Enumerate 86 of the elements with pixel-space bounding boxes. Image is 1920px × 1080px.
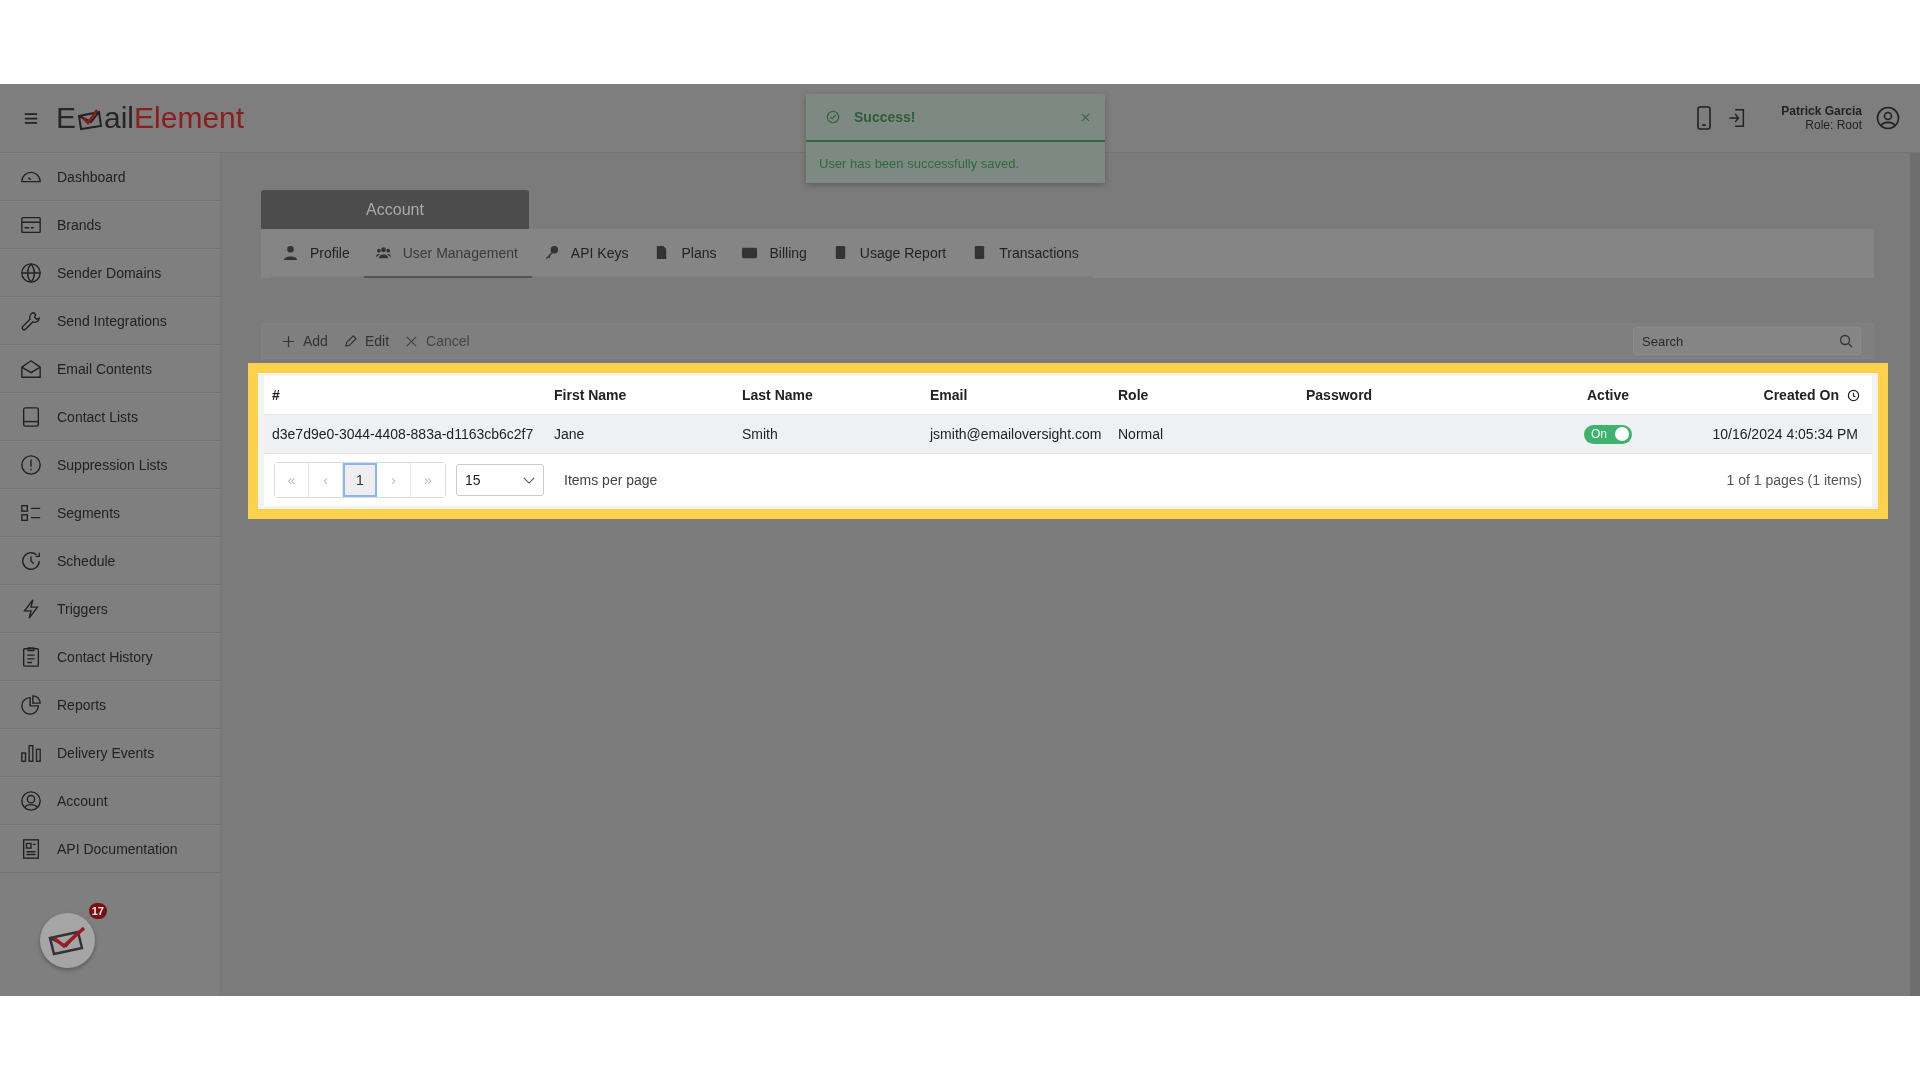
envelope-icon	[20, 358, 42, 380]
table-cell-text: Smith	[741, 426, 779, 442]
section-header: Account	[261, 190, 529, 229]
sidebar-item[interactable]: Suppression Lists	[0, 441, 220, 489]
list-icon	[20, 502, 42, 524]
page-button[interactable]: 1	[343, 463, 377, 497]
cross-icon	[405, 334, 419, 348]
plus-icon	[282, 334, 295, 348]
column-header[interactable]: #	[264, 387, 546, 403]
user-icon	[20, 790, 42, 812]
people-icon	[375, 245, 391, 260]
sidebar-item[interactable]: Send Integrations	[0, 297, 220, 345]
chevron-down-icon	[523, 476, 535, 484]
search-icon[interactable]	[1839, 334, 1853, 348]
alert-icon	[20, 454, 42, 476]
table-cell-text: Jane	[553, 426, 586, 442]
logo-text: Element	[134, 103, 245, 133]
tab[interactable]: Profile	[271, 229, 364, 278]
sidebar-item[interactable]: Reports	[0, 681, 220, 729]
column-header[interactable]: First Name	[546, 387, 734, 403]
notification-button[interactable]	[40, 913, 95, 968]
notification-count: 17	[88, 903, 107, 919]
toolbar-button[interactable]: Add	[280, 329, 338, 353]
check-circle-icon	[826, 110, 840, 124]
table-cell-text: jsmith@emailoversight.com	[928, 426, 1103, 442]
toolbar-button[interactable]: Edit	[341, 329, 400, 353]
sidebar-item[interactable]: Account	[0, 777, 220, 825]
sidebar-item[interactable]: Email Contents	[0, 345, 220, 393]
tab[interactable]: Billing	[730, 229, 821, 278]
sidebar-item[interactable]: Schedule	[0, 537, 220, 585]
user-role: Role: Root	[1805, 118, 1862, 132]
sidebar-item[interactable]: Sender Domains	[0, 249, 220, 297]
document-icon	[20, 838, 42, 860]
tab[interactable]: API Keys	[531, 229, 643, 278]
user-avatar-icon[interactable]	[1876, 106, 1900, 130]
card-icon	[742, 245, 758, 260]
logo-text: E	[56, 103, 76, 133]
sidebar-item[interactable]: Dashboard	[0, 153, 220, 201]
column-header[interactable]: Active	[1538, 387, 1678, 403]
clipboard-icon	[20, 646, 42, 668]
sidebar-item[interactable]: Triggers	[0, 585, 220, 633]
pie-icon	[20, 694, 42, 716]
envelope-logo-icon	[77, 107, 103, 131]
clock-icon	[1847, 388, 1860, 402]
tab[interactable]: Plans	[642, 229, 731, 278]
page-size-label: Items per page	[564, 472, 658, 488]
tab[interactable]: Usage Report	[820, 229, 961, 278]
column-header[interactable]: Last Name	[734, 387, 922, 403]
envelope-check-icon	[47, 925, 88, 956]
tab[interactable]: Transactions	[960, 229, 1093, 278]
column-header[interactable]: Email	[922, 387, 1110, 403]
tab[interactable]: User Management	[363, 229, 532, 278]
sidebar-item[interactable]: Contact Lists	[0, 393, 220, 441]
toast-message: User has been successfully saved.	[818, 155, 1021, 173]
user-name: Patrick Garcia	[1781, 104, 1862, 118]
table-cell-text: Normal	[1117, 426, 1165, 442]
table-cell-text: d3e7d9e0-3044-4408-883a-d1163cb6c2f7	[271, 426, 535, 442]
pager-summary: 1 of 1 pages (1 items)	[1726, 472, 1862, 488]
sidebar-item[interactable]: Contact History	[0, 633, 220, 681]
logo-text: ail	[104, 103, 135, 133]
globe-icon	[20, 262, 42, 284]
bars-icon	[20, 742, 42, 764]
phone-icon[interactable]	[1695, 106, 1714, 130]
toast-title: Success!	[854, 109, 916, 125]
sidebar-item[interactable]: Segments	[0, 489, 220, 537]
sidebar-item[interactable]: API Documentation	[0, 825, 220, 873]
card-icon	[20, 214, 42, 236]
column-header[interactable]: Created On	[1678, 387, 1872, 403]
page-size-dropdown[interactable]: 15	[456, 464, 544, 496]
pencil-icon	[343, 334, 357, 348]
search-field[interactable]: Search	[1633, 327, 1861, 355]
scrollbar[interactable]	[1910, 153, 1920, 996]
column-header[interactable]: Password	[1298, 387, 1538, 403]
sidebar-item[interactable]: Delivery Events	[0, 729, 220, 777]
active-toggle[interactable]: On	[1584, 424, 1632, 444]
book-icon	[20, 406, 42, 428]
exit-icon[interactable]	[1727, 106, 1746, 130]
menu-icon[interactable]	[24, 111, 38, 125]
clock-icon	[20, 550, 42, 572]
column-header[interactable]: Role	[1110, 387, 1298, 403]
bolt-icon	[20, 598, 42, 620]
sidebar-item[interactable]: Brands	[0, 201, 220, 249]
table-cell-text: 10/16/2024 4:05:34 PM	[1711, 426, 1859, 442]
key-icon	[543, 245, 559, 260]
wrench-icon	[20, 310, 42, 332]
person-icon	[283, 245, 298, 260]
